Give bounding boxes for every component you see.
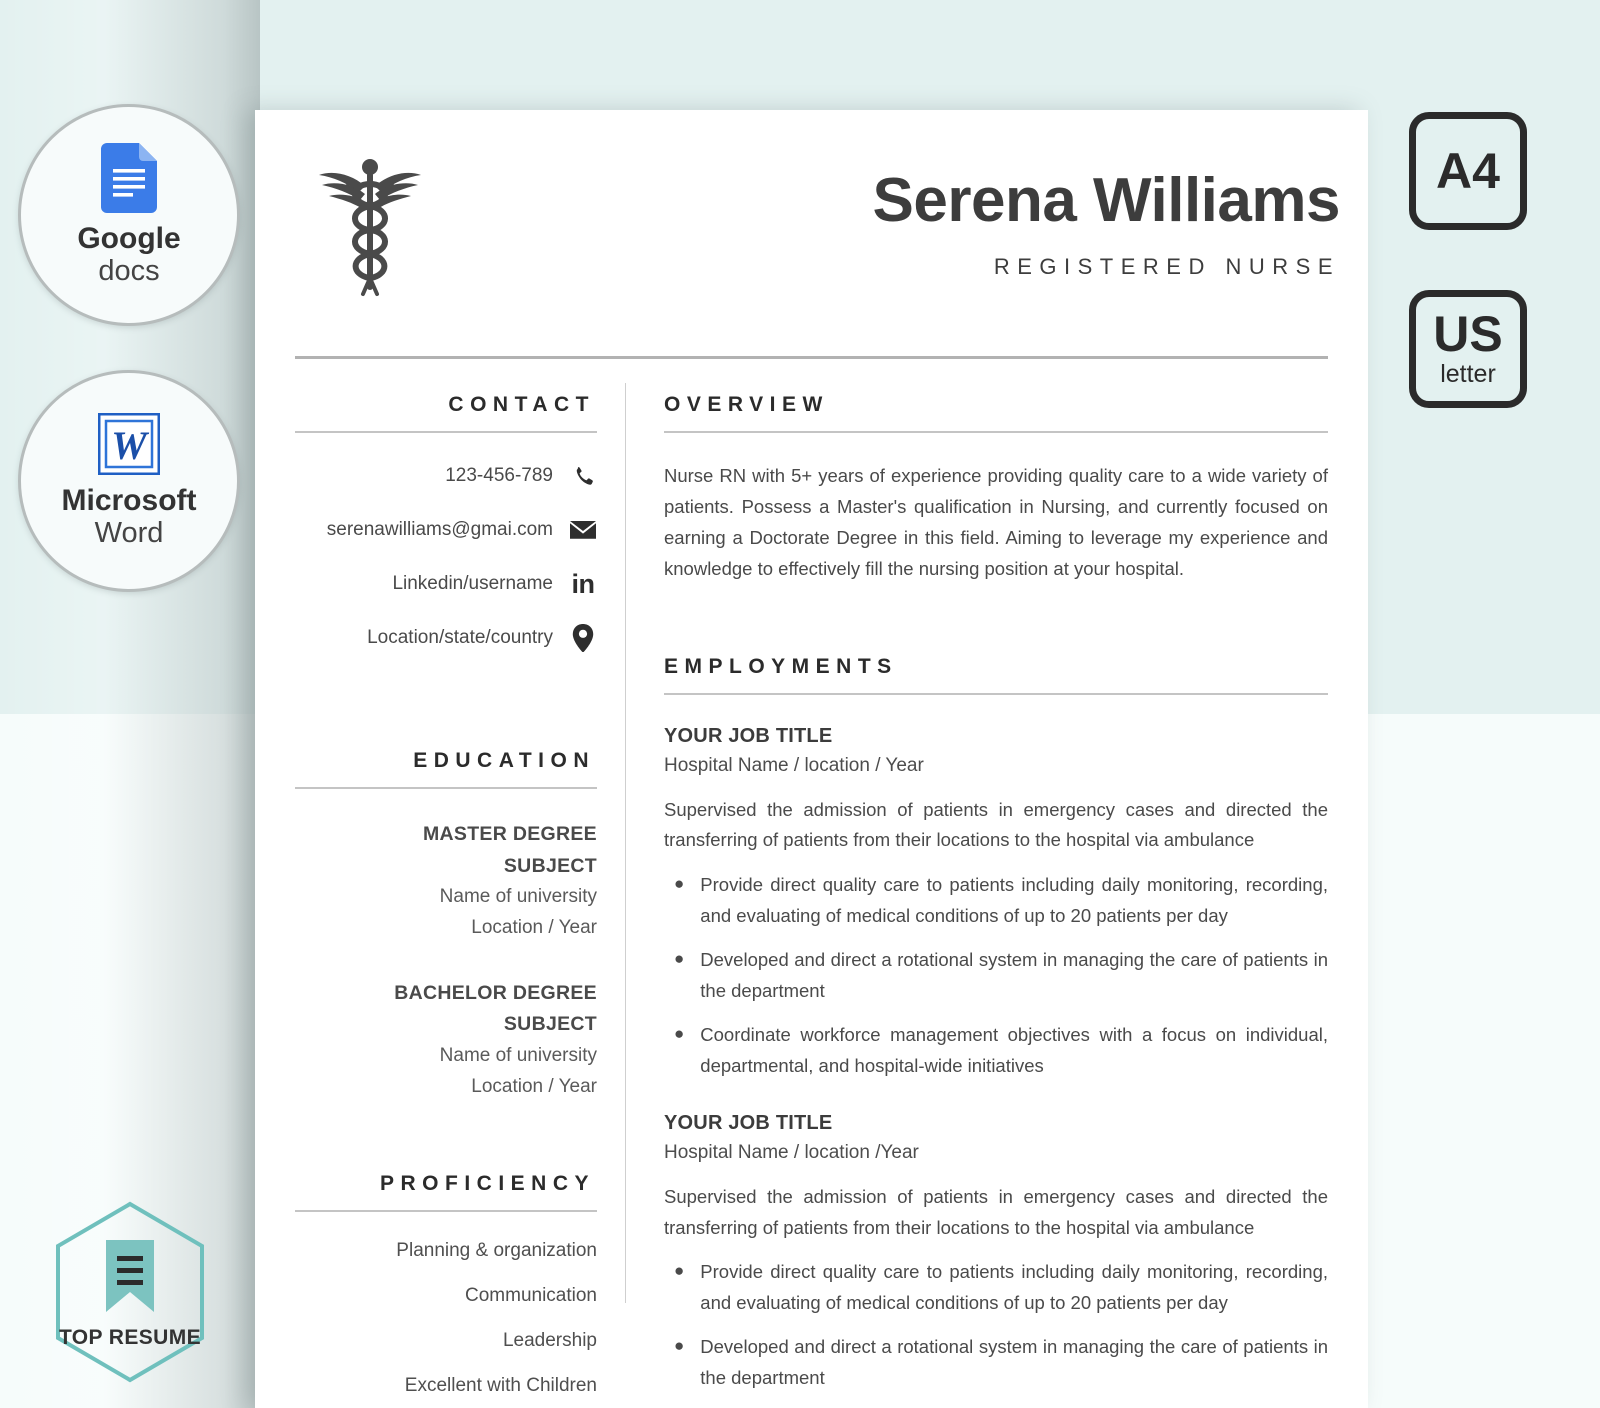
contact-section-rule <box>295 431 597 433</box>
education-university: Name of university <box>439 886 597 908</box>
microsoft-word-icon: W <box>97 412 161 476</box>
proficiency-section-rule <box>295 1210 597 1213</box>
spacer-education-proficiency <box>295 1102 597 1172</box>
proficiency-list: Planning & organization Communication Le… <box>295 1240 597 1397</box>
resume-role: REGISTERED NURSE <box>993 254 1340 279</box>
caduceus-icon <box>305 150 435 300</box>
education-entry: BACHELOR DEGREE SUBJECT Name of universi… <box>295 978 597 1103</box>
hexagon-outline-icon <box>56 1201 204 1383</box>
resume-header: Serena Williams REGISTERED NURSE <box>255 110 1368 340</box>
contact-location-text: Location/state/country <box>367 627 553 648</box>
education-degree: BACHELOR DEGREE <box>394 981 597 1004</box>
education-section-title: EDUCATION <box>413 749 595 772</box>
resume-name: Serena Williams <box>872 166 1341 235</box>
bullet-dot-icon: ● <box>674 949 685 969</box>
microsoft-word-badge[interactable]: W Microsoft Word <box>18 370 240 592</box>
employment-description: Supervised the admission of patients in … <box>664 798 1328 851</box>
overview-section-title: OVERVIEW <box>664 393 829 416</box>
bullet-dot-icon: ● <box>674 1023 685 1043</box>
contact-list: 123-456-789 serenawilliams@gmai.com Link… <box>295 461 597 653</box>
contact-row-linkedin[interactable]: Linkedin/username in <box>295 569 597 599</box>
employment-entry: YOUR JOB TITLE Hospital Name / location … <box>664 725 1328 1082</box>
contact-email-text: serenawilliams@gmai.com <box>326 519 553 540</box>
overview-section-rule <box>664 431 1328 433</box>
a4-format-badge[interactable]: A4 <box>1409 112 1527 230</box>
us-badge-label: US <box>1433 306 1503 363</box>
spacer-overview-employments <box>664 585 1328 655</box>
employment-bullet: ● Developed and direct a rotational syst… <box>664 1332 1328 1394</box>
contact-row-location[interactable]: Location/state/country <box>295 623 597 653</box>
top-resume-badge[interactable]: TOP RESUME <box>44 1196 216 1388</box>
employment-meta: Hospital Name / location /Year <box>664 1141 919 1163</box>
employment-bullets: ● Provide direct quality care to patient… <box>664 870 1328 1081</box>
svg-text:W: W <box>111 423 149 468</box>
envelope-icon <box>569 520 597 540</box>
proficiency-item: Excellent with Children <box>404 1375 597 1397</box>
resume-right-column: OVERVIEW Nurse RN with 5+ years of exper… <box>626 359 1368 1408</box>
a4-badge-label: A4 <box>1436 143 1500 199</box>
proficiency-section: PROFICIENCY Planning & organization Comm… <box>295 1172 597 1397</box>
google-docs-badge[interactable]: Google docs <box>18 104 240 326</box>
resume-left-column: CONTACT 123-456-789 serenawilliams@gmai.… <box>255 359 625 1408</box>
location-pin-icon <box>569 624 597 652</box>
education-subject: SUBJECT <box>503 1013 597 1036</box>
employment-meta: Hospital Name / location / Year <box>664 754 924 776</box>
employment-bullet-text: Coordinate workforce management objectiv… <box>700 1023 1328 1076</box>
google-docs-icon <box>101 142 157 213</box>
employment-bullet-text: Developed and direct a rotational system… <box>700 1336 1328 1389</box>
contact-row-phone[interactable]: 123-456-789 <box>295 461 597 491</box>
employment-entry: YOUR JOB TITLE Hospital Name / location … <box>664 1112 1328 1408</box>
contact-linkedin-text: Linkedin/username <box>392 573 553 594</box>
microsoft-word-badge-name: Microsoft <box>61 483 197 517</box>
microsoft-word-badge-sub: Word <box>94 516 164 549</box>
employment-description: Supervised the admission of patients in … <box>664 1185 1328 1238</box>
spacer-contact-education <box>295 677 597 749</box>
education-degree: MASTER DEGREE <box>422 823 597 845</box>
overview-section: OVERVIEW Nurse RN with 5+ years of exper… <box>664 393 1328 585</box>
linkedin-icon: in <box>571 568 596 599</box>
education-section-rule <box>295 787 597 789</box>
education-entry: MASTER DEGREE SUBJECT Name of university… <box>295 819 597 944</box>
education-section: EDUCATION MASTER DEGREE SUBJECT Name of … <box>295 749 597 1102</box>
overview-text: Nurse RN with 5+ years of experience pro… <box>664 465 1328 579</box>
education-location-year: Location / Year <box>471 1075 597 1097</box>
bullet-dot-icon: ● <box>674 1261 685 1281</box>
education-university: Name of university <box>439 1044 597 1066</box>
resume-body: CONTACT 123-456-789 serenawilliams@gmai.… <box>255 359 1368 1408</box>
top-resume-label: TOP RESUME <box>58 1326 202 1349</box>
name-block: Serena Williams REGISTERED NURSE <box>435 170 1358 280</box>
google-docs-badge-name: Google <box>77 221 181 255</box>
education-location-year: Location / Year <box>471 916 597 938</box>
education-subject: SUBJECT <box>503 854 597 877</box>
employment-bullet-text: Provide direct quality care to patients … <box>700 874 1328 927</box>
employment-bullet: ● Developed and direct a rotational syst… <box>664 945 1328 1007</box>
employment-bullet: ● Provide direct quality care to patient… <box>664 870 1328 932</box>
proficiency-section-title: PROFICIENCY <box>379 1172 595 1196</box>
contact-phone-text: 123-456-789 <box>445 465 553 486</box>
proficiency-item: Planning & organization <box>396 1240 597 1262</box>
employment-bullet-text: Developed and direct a rotational system… <box>700 949 1328 1002</box>
resume-page: Serena Williams REGISTERED NURSE CONTACT… <box>255 110 1368 1408</box>
bullet-dot-icon: ● <box>674 874 685 894</box>
contact-section: CONTACT 123-456-789 serenawilliams@gmai.… <box>295 393 597 653</box>
proficiency-item: Communication <box>465 1285 597 1307</box>
employment-bullet: ● Provide direct quality care to patient… <box>664 1257 1328 1319</box>
employments-section-rule <box>664 692 1328 695</box>
bullet-dot-icon: ● <box>674 1336 685 1356</box>
employment-bullet-text: Provide direct quality care to patients … <box>700 1261 1328 1314</box>
employments-section-title: EMPLOYMENTS <box>664 654 898 678</box>
contact-row-email[interactable]: serenawilliams@gmai.com <box>295 515 597 545</box>
contact-section-title: CONTACT <box>448 393 595 416</box>
google-docs-badge-sub: docs <box>98 254 160 287</box>
us-letter-format-badge[interactable]: US letter <box>1409 290 1527 408</box>
proficiency-item: Leadership <box>502 1330 597 1352</box>
employment-title: YOUR JOB TITLE <box>664 1111 833 1134</box>
employments-section: EMPLOYMENTS YOUR JOB TITLE Hospital Name… <box>664 655 1328 1408</box>
employment-bullets: ● Provide direct quality care to patient… <box>664 1257 1328 1408</box>
employment-title: YOUR JOB TITLE <box>664 724 833 747</box>
bookmark-ribbon-icon <box>106 1240 154 1312</box>
employment-bullet: ● Coordinate workforce management object… <box>664 1020 1328 1082</box>
us-badge-sublabel: letter <box>1440 360 1496 389</box>
phone-icon <box>569 465 597 487</box>
